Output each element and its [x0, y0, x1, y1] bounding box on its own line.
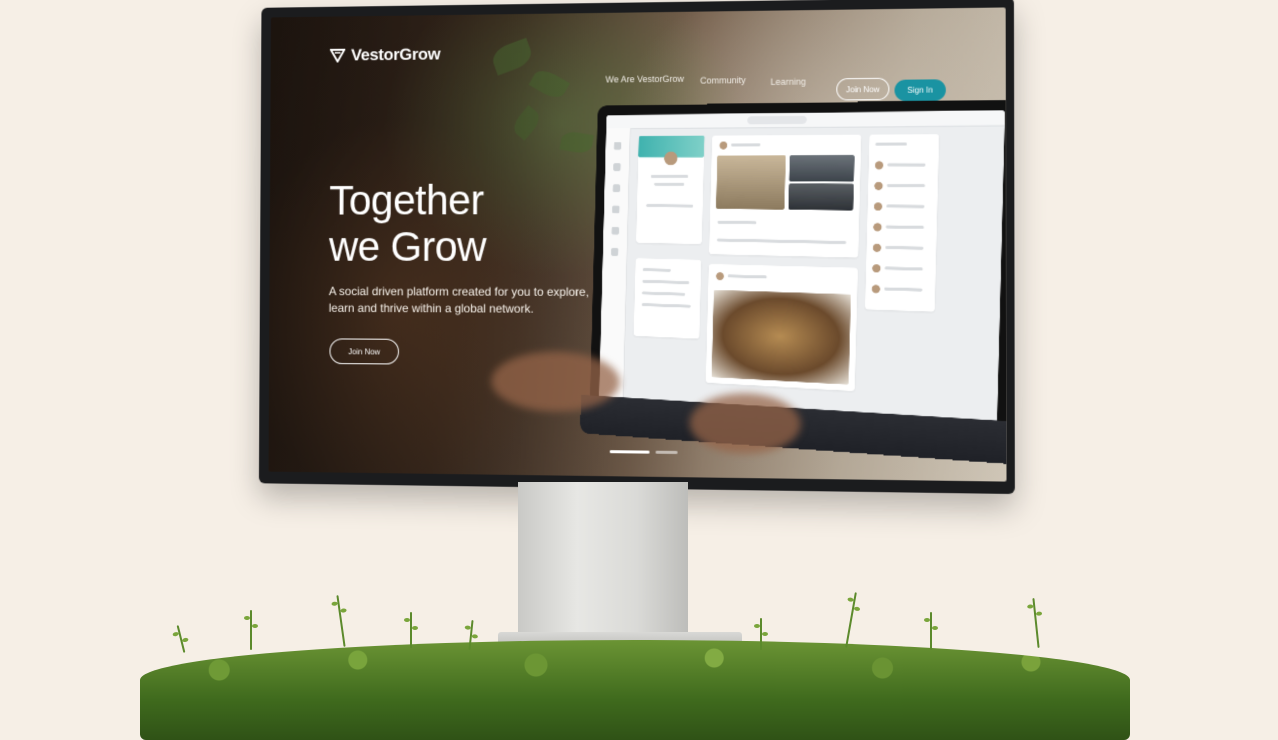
feed-post-card: [705, 264, 858, 392]
carousel-indicators: [609, 450, 678, 454]
nav-link-community[interactable]: Community: [700, 75, 746, 85]
profile-card: [636, 135, 705, 245]
suggestions-card: [633, 258, 702, 339]
nav-link-about[interactable]: We Are VestorGrow: [605, 74, 683, 85]
laptop-screen: [599, 110, 1006, 423]
sprig-decoration: [1032, 598, 1040, 648]
website-screen: VestorGrow We Are VestorGrow Community L…: [268, 7, 1007, 482]
laptop-mockup-image: [580, 99, 1007, 467]
join-now-button-hero[interactable]: Join Now: [329, 338, 400, 365]
carousel-dot-active[interactable]: [609, 450, 650, 454]
carousel-dot[interactable]: [655, 450, 678, 454]
monitor-stand-neck: [518, 482, 688, 642]
sprig-decoration: [404, 612, 418, 648]
hero-title: Together we Grow: [328, 176, 487, 270]
site-header: VestorGrow We Are VestorGrow Community L…: [271, 7, 1006, 102]
sprig-decoration: [244, 610, 258, 650]
feed-post-card: [709, 134, 862, 258]
site-logo[interactable]: VestorGrow: [330, 45, 440, 66]
sprig-decoration: [845, 592, 857, 648]
sign-in-button[interactable]: Sign In: [894, 79, 946, 102]
logo-text: VestorGrow: [350, 44, 441, 65]
vestorgrow-logo-icon: [330, 49, 345, 63]
sprig-decoration: [924, 612, 938, 650]
people-list-card: [864, 134, 940, 312]
monitor: VestorGrow We Are VestorGrow Community L…: [258, 0, 1015, 495]
sprig-decoration: [754, 618, 768, 650]
hand-decoration: [491, 351, 620, 413]
sprig-decoration: [336, 595, 346, 647]
hero-subtitle: A social driven platform created for you…: [328, 284, 590, 316]
hand-decoration: [689, 392, 801, 455]
sprig-decoration: [176, 625, 186, 653]
join-now-button-header[interactable]: Join Now: [836, 77, 890, 101]
nav-link-learning[interactable]: Learning: [770, 77, 805, 87]
hedge-decoration: [140, 640, 1130, 740]
plant-decoration: [509, 105, 544, 141]
app-search-field: [747, 115, 807, 125]
plant-decoration: [559, 129, 594, 155]
